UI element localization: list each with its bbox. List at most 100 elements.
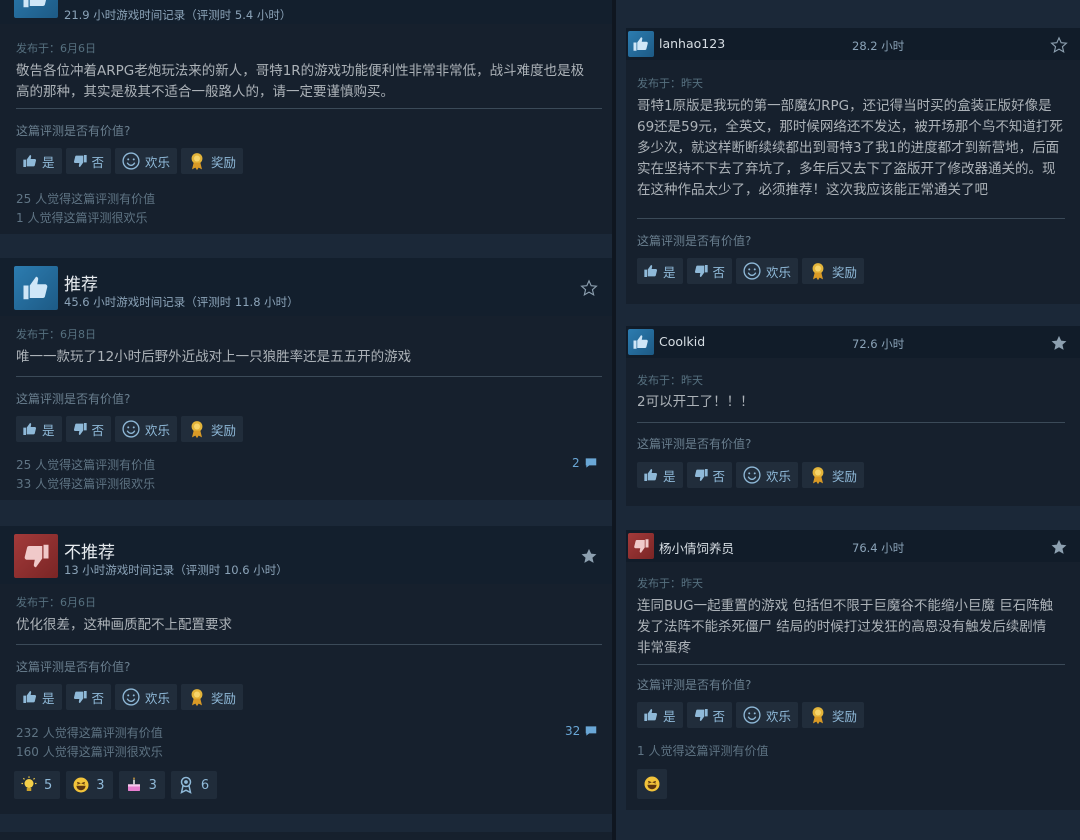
- award-label: 奖励: [211, 690, 237, 706]
- thumbs-up-icon: [22, 153, 38, 169]
- thumbs-up-icon: [22, 421, 38, 437]
- reviewer-name[interactable]: 杨小倩饲养员: [659, 538, 734, 557]
- vote-no-label: 否: [91, 422, 105, 438]
- funny-count: 33 人觉得这篇评测很欢乐: [16, 477, 156, 491]
- vote-no-button[interactable]: 否: [65, 416, 112, 442]
- posted-date: 发布于：昨天: [637, 374, 703, 387]
- vote-yes-button[interactable]: 是: [637, 258, 683, 284]
- thumbs-down-icon: [628, 533, 654, 559]
- laughing-face-icon: [73, 777, 89, 793]
- vote-yes-label: 是: [663, 264, 676, 280]
- favorite-star-icon[interactable]: [580, 0, 598, 2]
- awards-row: 5 3 3 6: [14, 771, 218, 799]
- helpful-question: 这篇评测是否有价值?: [637, 678, 752, 692]
- award-button[interactable]: 奖励: [802, 702, 865, 728]
- favorite-star-icon[interactable]: [580, 547, 598, 565]
- smile-icon: [742, 465, 762, 485]
- review-verdict: 推荐: [64, 275, 98, 295]
- review-header: lanhao123 28.2 小时: [626, 28, 1080, 60]
- helpful-question: 这篇评测是否有价值?: [637, 234, 752, 248]
- review-header: Coolkid 72.6 小时: [626, 326, 1080, 358]
- divider: [637, 218, 1065, 219]
- review-header: 推荐 45.6 小时游戏时间记录（评测时 11.8 小时）: [0, 258, 612, 316]
- favorite-star-icon[interactable]: [580, 279, 598, 297]
- thumbs-down-icon: [72, 421, 88, 437]
- award-button[interactable]: 奖励: [802, 462, 865, 488]
- vote-buttons: 是 否 欢乐 奖励: [16, 148, 244, 174]
- favorite-star-icon[interactable]: [1050, 334, 1068, 352]
- playtime: 28.2 小时: [852, 39, 905, 53]
- review-text: 敬告各位冲着ARPG老炮玩法来的新人，哥特1R的游戏功能便利性非常非常低，战斗难…: [16, 63, 585, 100]
- award-ribbon-count: 6: [200, 777, 210, 793]
- ribbon-medal-icon: [180, 776, 192, 794]
- helpful-count: 1 人觉得这篇评测有价值: [637, 744, 769, 758]
- thumbs-down-icon: [72, 689, 88, 705]
- vote-funny-button[interactable]: 欢乐: [736, 258, 799, 284]
- reviewer-name[interactable]: Coolkid: [659, 334, 705, 349]
- vote-no-button[interactable]: 否: [686, 702, 733, 728]
- vote-no-button[interactable]: 否: [686, 462, 733, 488]
- award-laughing-count: 3: [96, 777, 105, 793]
- award-laughing[interactable]: 3: [66, 771, 113, 799]
- vote-funny-button[interactable]: 欢乐: [115, 416, 178, 442]
- review-text: 哥特1原版是我玩的第一部魔幻RPG，还记得当时买的盒装正版好像是69还是59元，…: [637, 98, 1063, 198]
- vote-no-button[interactable]: 否: [65, 148, 112, 174]
- award-button[interactable]: 奖励: [181, 416, 244, 442]
- award-label: 奖励: [211, 422, 237, 438]
- playtime: 72.6 小时: [852, 337, 905, 351]
- vote-yes-label: 是: [42, 422, 55, 438]
- divider: [637, 422, 1065, 423]
- vote-yes-button[interactable]: 是: [16, 148, 62, 174]
- divider: [16, 644, 602, 645]
- thumbs-up-icon: [14, 0, 58, 18]
- comment-count[interactable]: 2: [572, 456, 598, 470]
- favorite-star-icon[interactable]: [1050, 36, 1068, 54]
- comment-bubble-icon: [584, 724, 598, 738]
- vote-yes-label: 是: [42, 154, 55, 170]
- vote-no-button[interactable]: 否: [686, 258, 733, 284]
- award-ribbon[interactable]: 6: [170, 771, 218, 799]
- thumbs-up-icon: [643, 467, 659, 483]
- vote-buttons: 是 否 欢乐 奖励: [16, 416, 244, 442]
- review-header: 推荐 21.9 小时游戏时间记录（评测时 5.4 小时）: [0, 0, 612, 24]
- helpful-count: 232 人觉得这篇评测有价值: [16, 726, 163, 740]
- award-laughing[interactable]: [637, 769, 667, 799]
- award-cake[interactable]: 3: [118, 771, 165, 799]
- vote-yes-button[interactable]: 是: [16, 684, 62, 710]
- posted-date: 发布于：6月6日: [16, 42, 96, 55]
- review-card: 推荐 21.9 小时游戏时间记录（评测时 5.4 小时） 发布于：6月6日 敬告…: [0, 0, 612, 234]
- vote-funny-button[interactable]: 欢乐: [115, 148, 178, 174]
- favorite-star-icon[interactable]: [1050, 538, 1068, 556]
- review-text: 2可以开工了！！！: [637, 394, 754, 410]
- vote-funny-label: 欢乐: [766, 708, 792, 724]
- medal-icon: [187, 687, 207, 707]
- comment-count[interactable]: 32: [565, 724, 598, 738]
- award-button[interactable]: 奖励: [802, 258, 865, 284]
- review-text: 唯一一款玩了12小时后野外近战对上一只狼胜率还是五五开的游戏: [16, 349, 412, 365]
- award-lightbulb[interactable]: 5: [14, 771, 61, 799]
- award-label: 奖励: [832, 264, 858, 280]
- vote-yes-button[interactable]: 是: [637, 702, 683, 728]
- award-label: 奖励: [832, 708, 858, 724]
- review-card: lanhao123 28.2 小时 发布于：昨天 哥特1原版是我玩的第一部魔幻R…: [626, 28, 1080, 304]
- vote-funny-button[interactable]: 欢乐: [736, 702, 799, 728]
- vote-funny-button[interactable]: 欢乐: [115, 684, 178, 710]
- review-card: 杨小倩饲养员 76.4 小时 发布于：昨天 连同BUG一起重置的游戏 包括但不限…: [626, 530, 1080, 810]
- vote-buttons: 是 否 欢乐 奖励: [637, 258, 865, 284]
- vote-funny-button[interactable]: 欢乐: [736, 462, 799, 488]
- playtime: 76.4 小时: [852, 541, 905, 555]
- medal-icon: [187, 419, 207, 439]
- posted-date: 发布于：6月6日: [16, 596, 96, 609]
- award-button[interactable]: 奖励: [181, 684, 244, 710]
- vote-yes-button[interactable]: 是: [16, 416, 62, 442]
- review-card: 不推荐 13 小时游戏时间记录（评测时 10.6 小时） 发布于：6月6日 优化…: [0, 526, 612, 814]
- award-button[interactable]: 奖励: [181, 148, 244, 174]
- smile-icon: [121, 687, 141, 707]
- reviewer-name[interactable]: lanhao123: [659, 36, 725, 51]
- vote-yes-button[interactable]: 是: [637, 462, 683, 488]
- vote-no-button[interactable]: 否: [65, 684, 112, 710]
- lightbulb-icon: [21, 776, 37, 791]
- thumbs-up-icon: [643, 263, 659, 279]
- helpful-count: 25 人觉得这篇评测有价值: [16, 458, 156, 472]
- divider: [16, 376, 602, 377]
